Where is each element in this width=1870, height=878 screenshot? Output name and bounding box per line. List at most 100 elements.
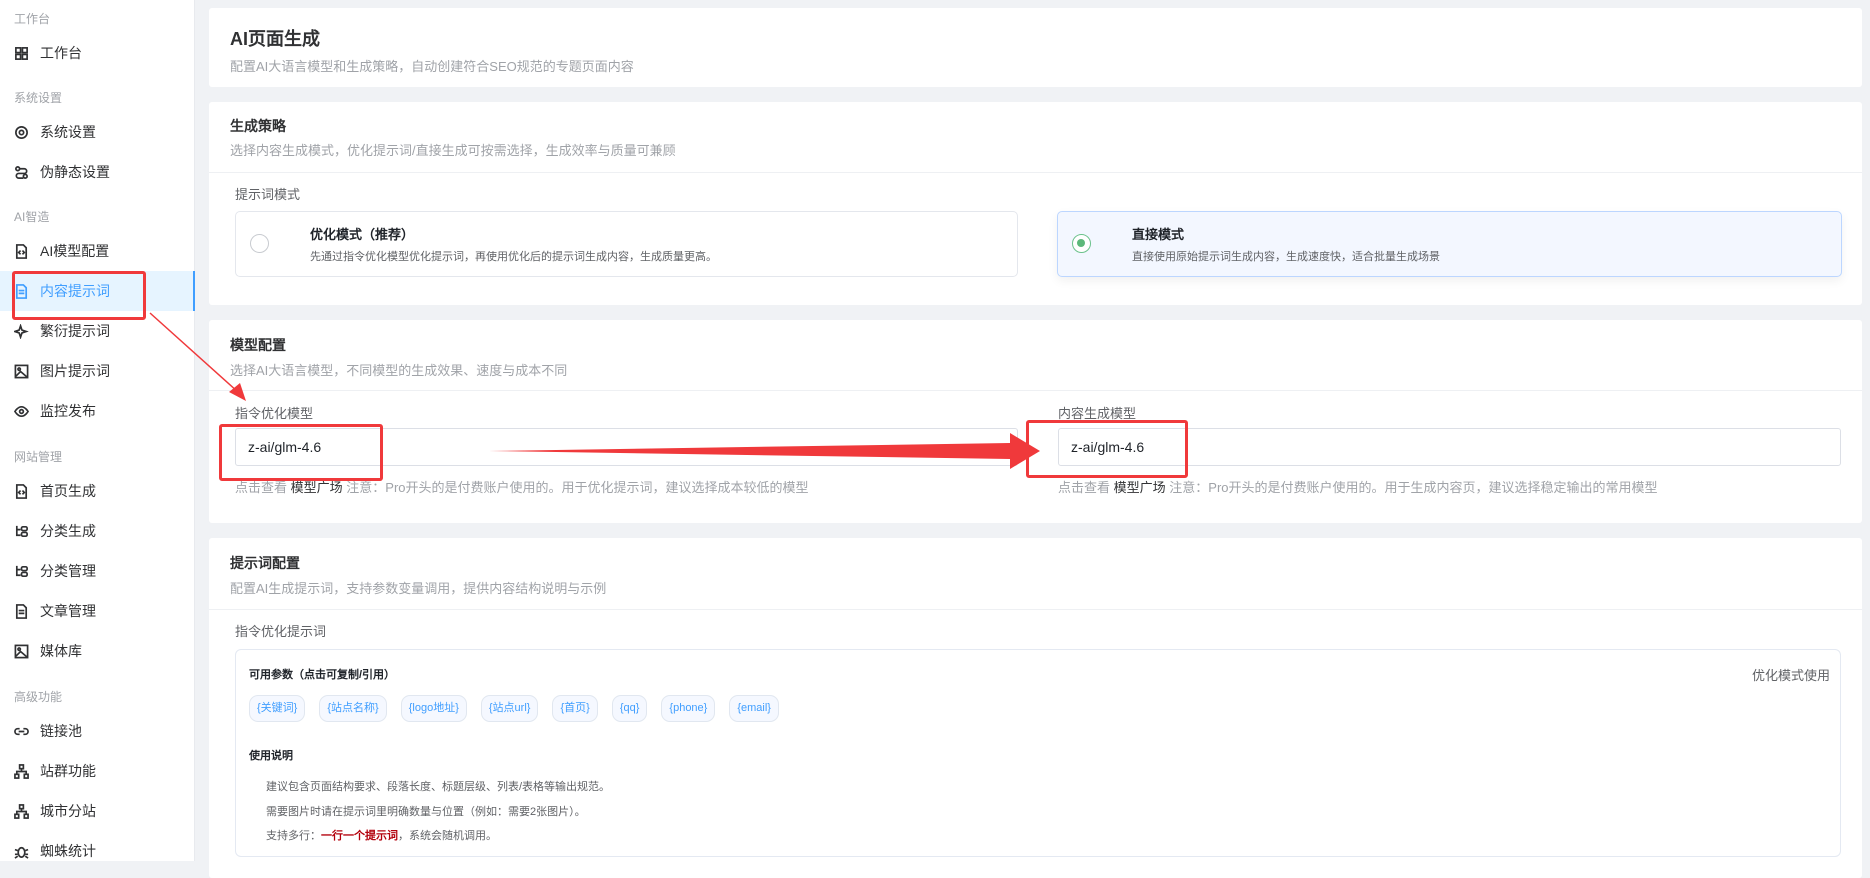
sidebar-item[interactable]: 站群功能 (0, 751, 195, 791)
sidebar-item-label: 伪静态设置 (40, 164, 110, 180)
sidebar-item-label: 媒体库 (40, 643, 82, 659)
divider (209, 390, 1862, 391)
sidebar-item-label: 蜘蛛统计 (40, 843, 96, 859)
sidebar-section-label: 高级功能 (14, 690, 63, 704)
sidebar-item-label: 图片提示词 (40, 363, 110, 379)
sidebar-item[interactable]: 工作台 (0, 33, 195, 73)
model-card: 模型配置 选择AI大语言模型，不同模型的生成效果、速度与成本不同 指令优化模型 … (209, 320, 1862, 523)
sidebar-item[interactable]: 城市分站 (0, 791, 195, 831)
sidebar-item-label: 首页生成 (40, 483, 96, 499)
sidebar-item[interactable]: 分类生成 (0, 511, 195, 551)
image-icon (14, 644, 29, 658)
param-chip[interactable]: {logo地址} (400, 695, 467, 722)
hint-prefix: 点击查看 (1058, 480, 1111, 495)
sidebar-item[interactable]: 链接池 (0, 711, 195, 751)
sidebar-item-label: 城市分站 (40, 803, 96, 819)
prompt-card: 提示词配置 配置AI生成提示词，支持参数变量调用，提供内容结构说明与示例 指令优… (209, 538, 1862, 878)
option-optimize-mode[interactable]: 优化模式（推荐） 先通过指令优化模型优化提示词，再使用优化后的提示词生成内容，生… (235, 211, 1018, 277)
sidebar-item-label: 链接池 (40, 723, 82, 739)
model-square-link[interactable]: 模型广场 (1114, 480, 1166, 495)
network-icon (14, 763, 29, 779)
line-emphasis: 一行一个提示词 (321, 830, 398, 842)
optimize-model-input[interactable]: z-ai/glm-4.6 (235, 428, 1018, 466)
usage-title: 使用说明 (249, 750, 293, 762)
hint-text: 注意：Pro开头的是付费账户使用的。用于生成内容页，建议选择稳定输出的常用模型 (1169, 480, 1658, 495)
sidebar-item-label: 系统设置 (40, 124, 96, 140)
optimize-model-label: 指令优化模型 (235, 406, 314, 421)
option-title: 优化模式（推荐） (310, 227, 415, 242)
code-file-icon (15, 483, 28, 499)
content-model-hint: 点击查看 模型广场 注意：Pro开头的是付费账户使用的。用于生成内容页，建议选择… (1058, 477, 1658, 496)
sidebar-item[interactable]: 媒体库 (0, 631, 195, 671)
sidebar-item-label: AI模型配置 (40, 243, 110, 259)
eye-icon (14, 405, 29, 417)
strategy-title: 生成策略 (230, 118, 286, 134)
model-square-link[interactable]: 模型广场 (291, 480, 343, 495)
params-title: 可用参数（点击可复制/引用） (249, 669, 396, 681)
param-chip[interactable]: {phone} (661, 695, 716, 722)
usage-tag: 优化模式使用 (1751, 668, 1830, 683)
sidebar-item[interactable]: 繁衍提示词 (0, 311, 195, 351)
sidebar-item[interactable]: 文章管理 (0, 591, 195, 631)
param-chip[interactable]: {首页} (552, 695, 598, 722)
sidebar-item[interactable]: 内容提示词 (0, 271, 195, 311)
model-title: 模型配置 (230, 337, 286, 353)
line-suffix: ，系统会随机调用。 (398, 830, 497, 842)
tree-icon (15, 525, 28, 537)
sparkle-icon (14, 323, 29, 339)
page-title: AI页面生成 (230, 29, 320, 49)
sidebar-item[interactable]: 分类管理 (0, 551, 195, 591)
option-direct-mode[interactable]: 直接模式 直接使用原始提示词生成内容，生成速度快，适合批量生成场景 (1057, 211, 1842, 277)
sidebar-item[interactable]: 监控发布 (0, 391, 195, 431)
sidebar-item-label: 繁衍提示词 (40, 323, 110, 339)
usage-line: 建议包含页面结构要求、段落长度、标题层级、列表/表格等输出规范。 (266, 781, 611, 793)
param-chip[interactable]: {站点名称} (319, 695, 387, 722)
image-icon (14, 364, 29, 378)
params-chips: {关键词} {站点名称} {logo地址} {站点url} {首页} {qq} {phone… (249, 695, 793, 722)
route-icon (15, 165, 28, 179)
strategy-desc: 选择内容生成模式，优化提示词/直接生成可按需选择，生成效率与质量可兼顾 (230, 143, 676, 158)
param-chip[interactable]: {email} (729, 695, 779, 722)
optimize-model-hint: 点击查看 模型广场 注意：Pro开头的是付费账户使用的。用于优化提示词，建议选择… (235, 477, 809, 496)
content-model-input[interactable]: z-ai/glm-4.6 (1058, 428, 1841, 466)
document-icon (15, 603, 28, 619)
param-chip[interactable]: {关键词} (249, 695, 306, 722)
sidebar-item[interactable]: 蜘蛛统计 (0, 831, 195, 871)
tree-icon (15, 565, 28, 577)
hint-text: 注意：Pro开头的是付费账户使用的。用于优化提示词，建议选择成本较低的模型 (346, 480, 809, 495)
network-icon (14, 803, 29, 819)
sidebar: 工作台 工作台 系统设置 系统设置 伪静态设置 AI智造 AI模型配置 内容提示词 繁衍提示词图… (0, 0, 195, 861)
sidebar-item[interactable]: 图片提示词 (0, 351, 195, 391)
sidebar-item[interactable]: AI模型配置 (0, 231, 195, 271)
sidebar-item-label: 分类生成 (40, 523, 96, 539)
option-title: 直接模式 (1132, 227, 1185, 242)
usage-line: 需要图片时请在提示词里明确数量与位置（例如：需要2张图片）。 (266, 806, 586, 818)
divider (209, 609, 1862, 610)
usage-line: 支持多行：一行一个提示词，系统会随机调用。 (266, 827, 497, 843)
radio-unselected[interactable] (250, 234, 269, 253)
sidebar-item-label: 站群功能 (40, 763, 96, 779)
page-header-card: AI页面生成 配置AI大语言模型和生成策略，自动创建符合SEO规范的专题页面内容 (209, 8, 1862, 87)
param-chip[interactable]: {qq} (611, 695, 648, 722)
model-desc: 选择AI大语言模型，不同模型的生成效果、速度与成本不同 (230, 363, 568, 378)
line-prefix: 支持多行： (266, 830, 321, 842)
option-desc: 直接使用原始提示词生成内容，生成速度快，适合批量生成场景 (1132, 251, 1440, 263)
link-icon (14, 727, 29, 735)
code-file-icon (15, 243, 28, 259)
sidebar-item[interactable]: 伪静态设置 (0, 152, 195, 192)
radio-selected[interactable] (1072, 234, 1091, 253)
sidebar-item-label: 文章管理 (40, 603, 96, 619)
strategy-card: 生成策略 选择内容生成模式，优化提示词/直接生成可按需选择，生成效率与质量可兼顾… (209, 102, 1862, 305)
sidebar-section-label: 系统设置 (14, 91, 63, 105)
divider (209, 172, 1862, 173)
sidebar-item[interactable]: 系统设置 (0, 112, 195, 152)
sidebar-item-label: 工作台 (40, 45, 82, 61)
prompt-title: 提示词配置 (230, 555, 300, 571)
sidebar-item[interactable]: 首页生成 (0, 471, 195, 511)
sidebar-item-label: 内容提示词 (40, 283, 110, 299)
sidebar-section-label: 网站管理 (14, 450, 63, 464)
prompt-desc: 配置AI生成提示词，支持参数变量调用，提供内容结构说明与示例 (230, 581, 607, 596)
document-icon (15, 283, 28, 299)
bug-icon (14, 846, 29, 859)
param-chip[interactable]: {站点url} (480, 695, 539, 722)
